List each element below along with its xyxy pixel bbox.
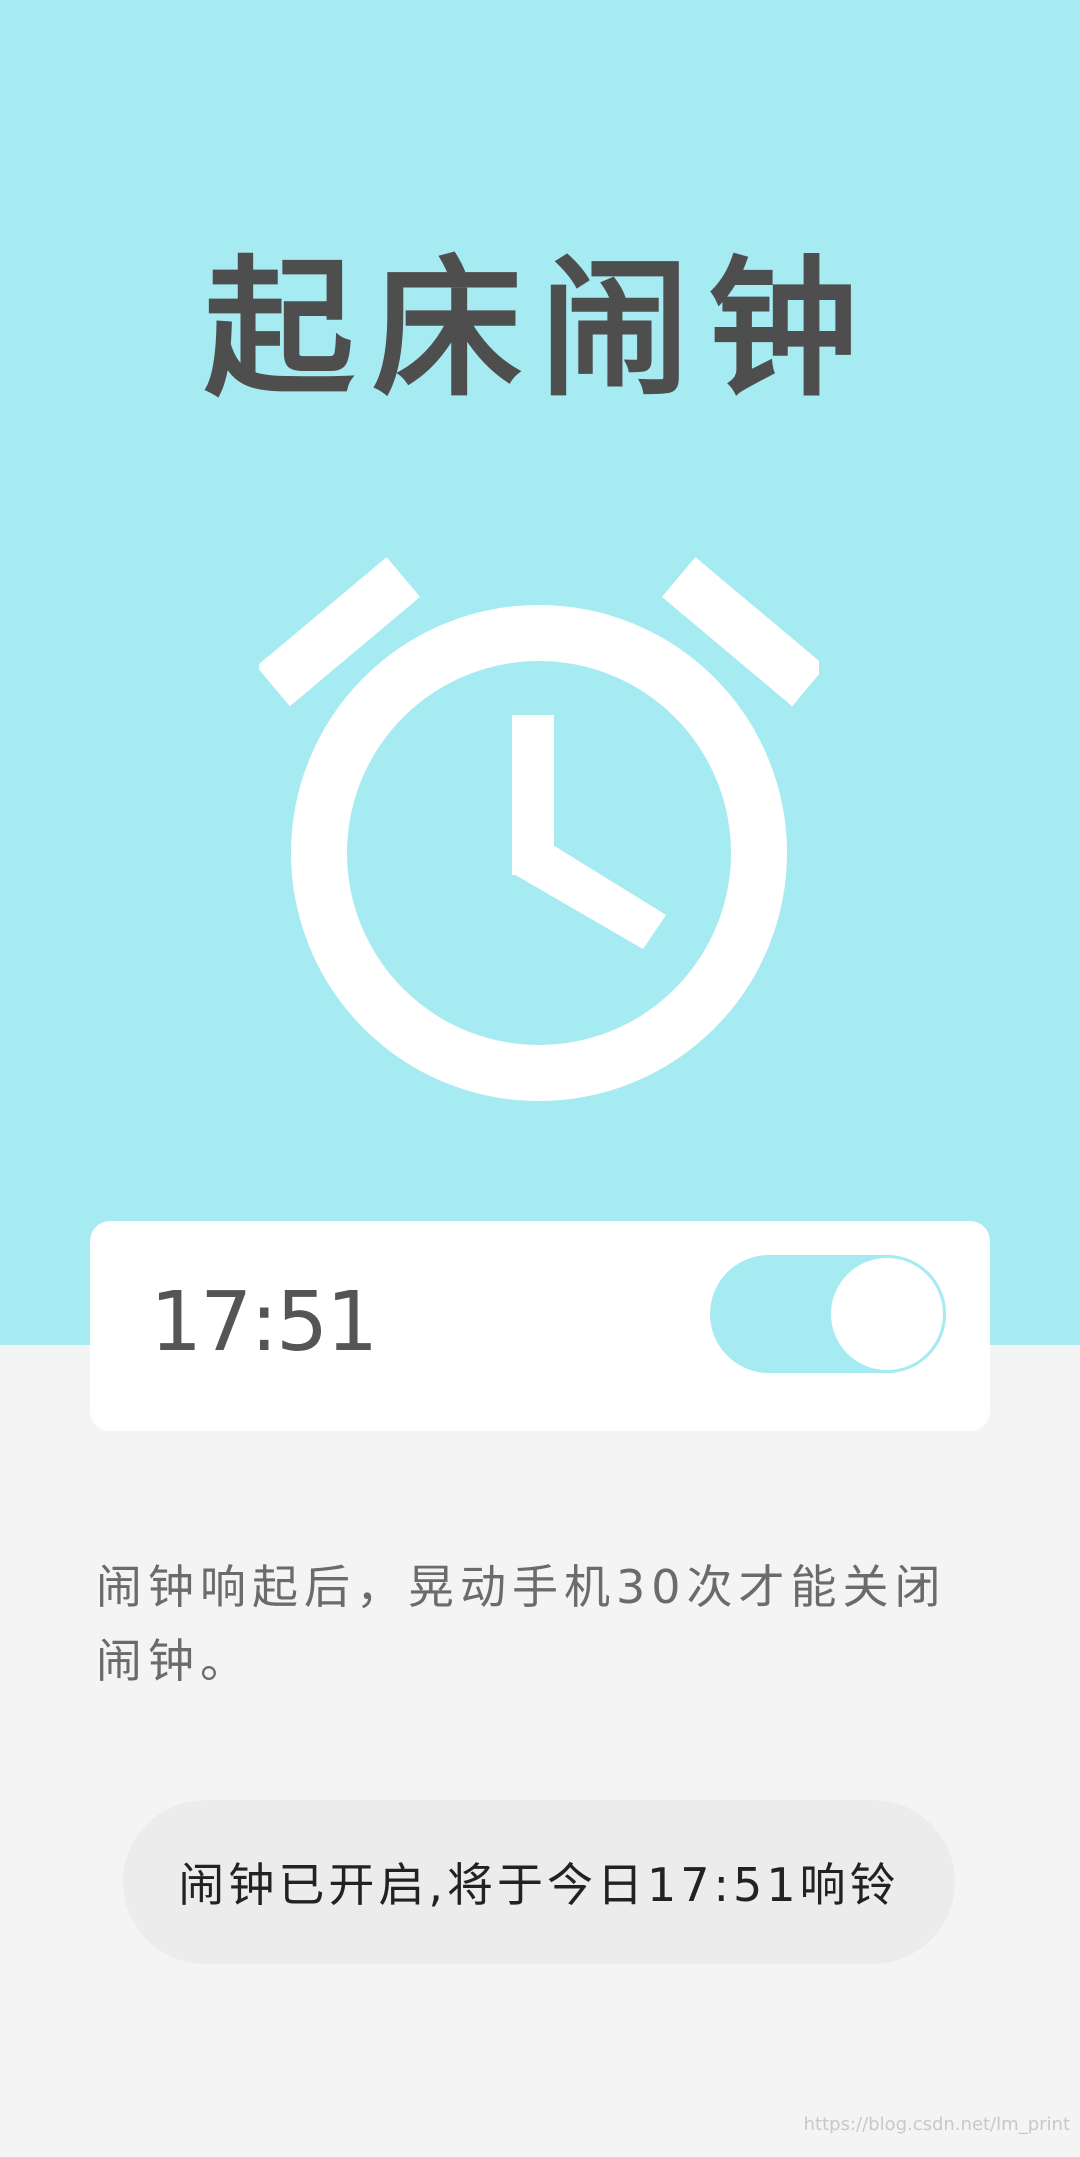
minute-hand [512,837,666,949]
alarm-time[interactable]: 17:51 [150,1273,378,1373]
alarm-clock-icon [259,557,819,1101]
alarm-card: 17:51 [90,1221,990,1431]
hint-text: 闹钟响起后，晃动手机30次才能关闭闹钟。 [96,1560,947,1688]
alarm-toggle[interactable] [710,1255,946,1373]
toggle-knob [828,1255,946,1373]
status-pill: 闹钟已开启,将于今日17:51响铃 [123,1800,955,1964]
status-text: 闹钟已开启,将于今日17:51响铃 [178,1858,900,1912]
page-title: 起床闹钟 [203,243,876,417]
watermark: https://blog.csdn.net/lm_print [803,2114,1070,2135]
